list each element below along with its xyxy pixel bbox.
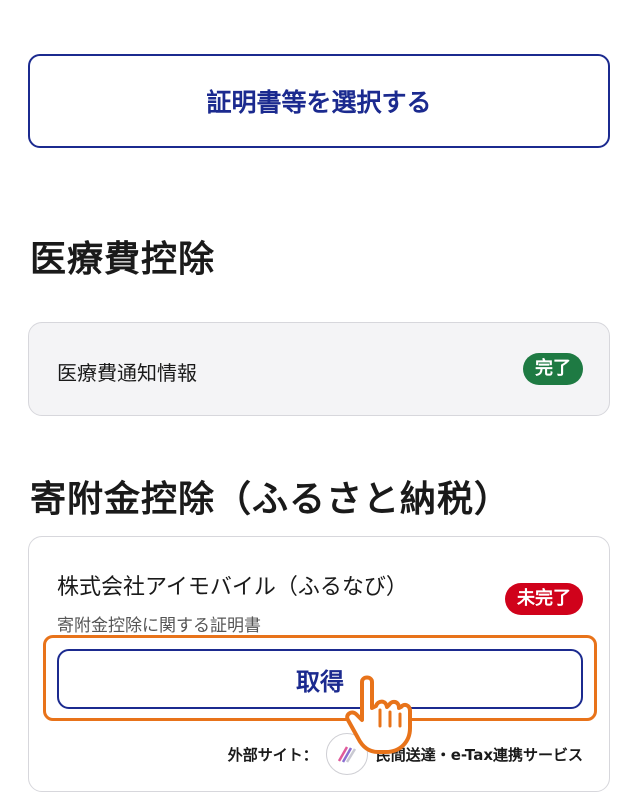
pointing-hand-cursor-icon bbox=[342, 670, 424, 756]
medical-notice-name: 医療費通知情報 bbox=[57, 361, 197, 385]
donation-card: 株式会社アイモバイル（ふるなび） 寄附金控除に関する証明書 未完了 取得 外部サ… bbox=[28, 536, 610, 792]
medical-deduction-title: 医療費控除 bbox=[30, 239, 216, 280]
status-badge-complete: 完了 bbox=[523, 353, 583, 385]
donation-deduction-title: 寄附金控除（ふるさと納税） bbox=[30, 479, 512, 520]
medical-notice-card[interactable]: 医療費通知情報 完了 bbox=[28, 322, 610, 416]
donation-certificate-description: 寄附金控除に関する証明書 bbox=[57, 616, 261, 636]
status-badge-incomplete: 未完了 bbox=[505, 583, 583, 615]
donation-provider-name: 株式会社アイモバイル（ふるなび） bbox=[57, 575, 408, 600]
select-certificates-button[interactable]: 証明書等を選択する bbox=[28, 54, 610, 148]
external-site-label: 外部サイト： bbox=[227, 745, 318, 764]
obtain-button[interactable]: 取得 bbox=[57, 649, 583, 709]
